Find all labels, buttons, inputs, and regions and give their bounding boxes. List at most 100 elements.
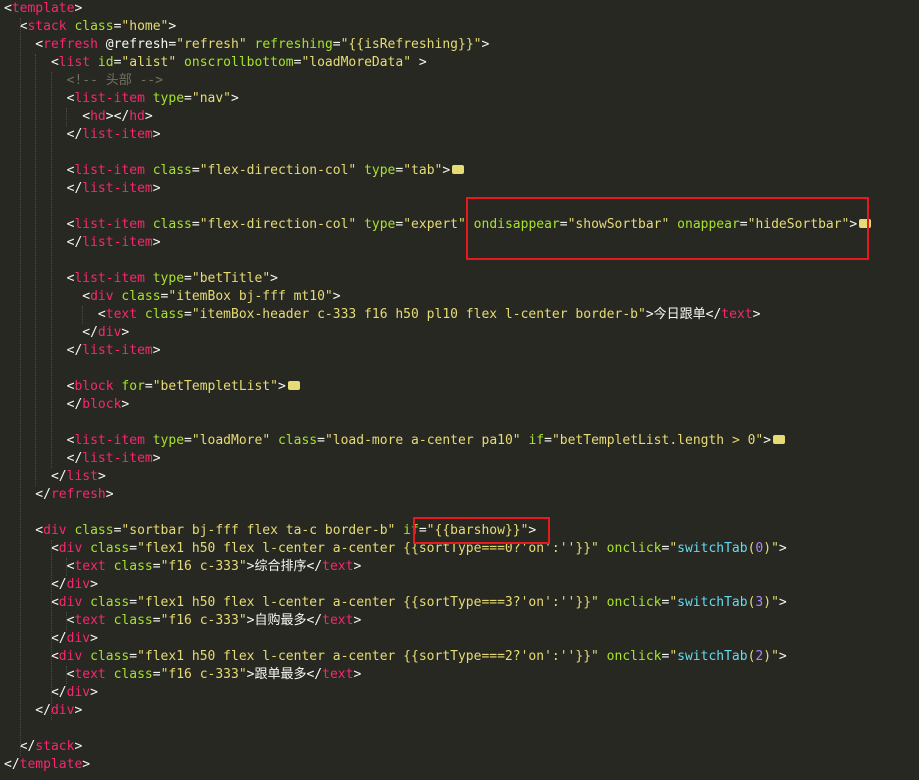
- code-line: <stack class="home">: [4, 18, 177, 36]
- code-token: type: [144, 271, 185, 286]
- code-token: stack: [27, 19, 67, 34]
- code-editor[interactable]: <template> <stack class="home"> <refresh…: [0, 0, 919, 780]
- code-token: id: [90, 55, 114, 70]
- code-token: >: [74, 703, 83, 718]
- code-token: >: [121, 397, 130, 412]
- code-token: <: [4, 433, 75, 448]
- code-token: "nav": [191, 91, 232, 106]
- code-token: =: [144, 379, 153, 394]
- code-token: list-item: [74, 433, 145, 448]
- code-token: >: [752, 307, 761, 322]
- code-token: >: [270, 271, 278, 286]
- code-token: =: [129, 595, 138, 610]
- fold-ellipsis-icon[interactable]: [287, 381, 300, 390]
- code-token: >: [152, 343, 161, 358]
- code-token: >: [152, 181, 161, 196]
- code-line: </div>: [4, 702, 82, 720]
- code-token: stack: [35, 739, 75, 754]
- code-token: =: [152, 559, 161, 574]
- code-token: div: [66, 631, 91, 646]
- code-token: =: [544, 433, 552, 448]
- code-token: class: [82, 541, 130, 556]
- code-token: class: [82, 595, 130, 610]
- code-token: )": [763, 649, 779, 664]
- code-token: </: [4, 757, 20, 772]
- code-token: class: [113, 289, 161, 304]
- code-token: if: [520, 433, 545, 448]
- code-token: class: [105, 613, 153, 628]
- code-token: >: [152, 451, 161, 466]
- code-token: </: [4, 343, 83, 358]
- code-token: switchTab: [677, 595, 748, 610]
- code-line: <list-item class="flex-direction-col" ty…: [4, 162, 465, 180]
- code-token: <: [4, 217, 75, 232]
- code-token: class: [137, 307, 185, 322]
- code-line: </template>: [4, 756, 90, 774]
- code-token: "flex-direction-col": [199, 217, 357, 232]
- code-token: >: [168, 19, 177, 34]
- code-token: text: [74, 613, 106, 628]
- code-token: >: [82, 757, 91, 772]
- code-token: for: [113, 379, 145, 394]
- code-token: list-item: [82, 235, 153, 250]
- code-token: =: [129, 541, 138, 556]
- code-token: div: [66, 577, 91, 592]
- code-token: refresh: [43, 37, 98, 52]
- code-line: </list-item>: [4, 342, 161, 360]
- code-token: onscrollbottom: [176, 55, 294, 70]
- code-token: div: [66, 685, 91, 700]
- code-line: <hd></hd>: [4, 108, 153, 126]
- code-token: onclick: [598, 649, 662, 664]
- code-token: </: [4, 703, 51, 718]
- code-token: refresh: [50, 487, 106, 502]
- code-line: <text class="itemBox-header c-333 f16 h5…: [4, 306, 761, 324]
- code-line: <!-- 头部 -->: [4, 72, 163, 90]
- code-line: <div class="flex1 h50 flex l-center a-ce…: [4, 540, 787, 558]
- code-line: </list-item>: [4, 126, 161, 144]
- code-token: text: [322, 667, 354, 682]
- code-line: <refresh @refresh="refresh" refreshing="…: [4, 36, 489, 54]
- code-token: text: [322, 613, 354, 628]
- code-token: ": [669, 595, 678, 610]
- code-token: "itemBox bj-fff mt10": [168, 289, 333, 304]
- code-line: <list-item type="nav">: [4, 90, 239, 108]
- code-token: list-item: [74, 163, 145, 178]
- code-token: )": [763, 541, 779, 556]
- code-token: >: [105, 487, 114, 502]
- code-token: class: [144, 163, 192, 178]
- code-token: =: [184, 307, 192, 322]
- code-token: div: [58, 649, 83, 664]
- code-token: >: [442, 163, 451, 178]
- code-token: "loadMoreData": [301, 55, 412, 70]
- code-token: >: [144, 109, 153, 124]
- code-token: list: [66, 469, 98, 484]
- code-token: "f16 c-333": [160, 613, 247, 628]
- fold-ellipsis-icon[interactable]: [773, 435, 786, 444]
- code-token: </: [4, 631, 67, 646]
- code-token: <: [4, 109, 91, 124]
- code-token: div: [43, 523, 67, 538]
- code-token: <: [4, 559, 75, 574]
- code-token: text: [322, 559, 354, 574]
- code-token: >: [353, 559, 362, 574]
- code-line: <text class="f16 c-333">自购最多</text>: [4, 612, 362, 630]
- code-token: =: [317, 433, 325, 448]
- code-token: "betTempletList": [152, 379, 278, 394]
- indent-guide: [82, 306, 83, 324]
- code-token: </: [4, 181, 83, 196]
- fold-ellipsis-icon[interactable]: [452, 165, 465, 174]
- code-line: <block for="betTempletList">: [4, 378, 300, 396]
- code-token: onclick: [598, 595, 662, 610]
- code-line: <list-item type="betTitle">: [4, 270, 278, 288]
- code-token: <: [4, 37, 44, 52]
- code-token: =: [129, 649, 138, 664]
- code-token: "betTempletList.length > 0": [551, 433, 764, 448]
- code-token: </: [4, 235, 83, 250]
- code-token: list-item: [74, 271, 145, 286]
- code-token: switchTab: [677, 541, 748, 556]
- code-token: text: [74, 667, 106, 682]
- indent-guide: [66, 108, 68, 126]
- code-line: </list-item>: [4, 180, 161, 198]
- code-token: >今日跟单</: [645, 307, 722, 322]
- code-token: text: [721, 307, 753, 322]
